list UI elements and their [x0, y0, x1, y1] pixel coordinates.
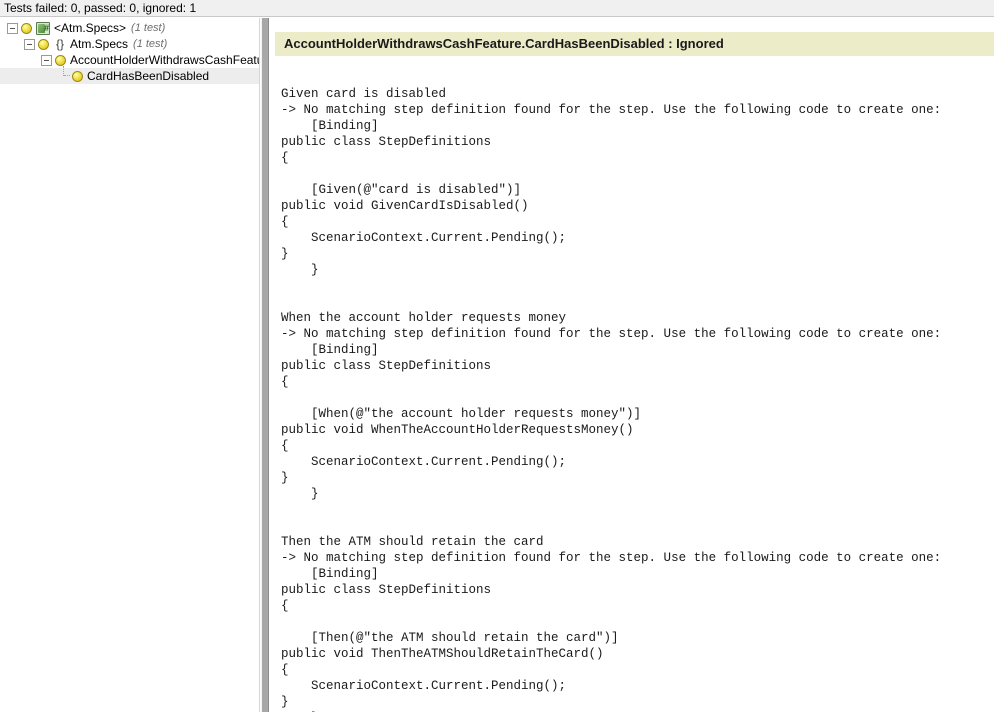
collapse-toggle-icon[interactable] — [41, 54, 52, 66]
tree-node-count: (1 test) — [131, 22, 166, 34]
test-tree-pane[interactable]: # <Atm.Specs> (1 test) {} Atm.Specs (1 t… — [0, 18, 260, 712]
status-ignored-icon — [21, 22, 32, 34]
test-runner-window: Tests failed: 0, passed: 0, ignored: 1 #… — [0, 0, 994, 712]
status-ignored-icon — [55, 54, 66, 66]
tree-node-label: CardHasBeenDisabled — [87, 69, 210, 83]
tree-elbow-connector — [58, 65, 70, 82]
collapse-toggle-icon[interactable] — [24, 38, 35, 50]
tree-node-label: Atm.Specs — [70, 37, 129, 51]
test-detail-pane: AccountHolderWithdrawsCashFeature.CardHa… — [269, 18, 994, 712]
tree-node-card-has-been-disabled[interactable]: CardHasBeenDisabled — [0, 65, 259, 84]
pane-splitter[interactable] — [261, 18, 269, 712]
tree-node-account-holder-withdraws-cash-feature[interactable]: AccountHolderWithdrawsCashFeature — [0, 52, 259, 68]
tree-node-count: (1 test) — [133, 38, 168, 50]
status-ignored-icon — [72, 70, 83, 82]
status-bar: Tests failed: 0, passed: 0, ignored: 1 — [0, 0, 994, 17]
tree-node-atm-specs-namespace[interactable]: {} Atm.Specs (1 test) — [0, 36, 259, 52]
csharp-assembly-icon: # — [36, 21, 50, 35]
test-result-title: AccountHolderWithdrawsCashFeature.CardHa… — [275, 32, 994, 56]
test-tree: # <Atm.Specs> (1 test) {} Atm.Specs (1 t… — [0, 18, 259, 84]
tree-node-label: <Atm.Specs> — [54, 21, 127, 35]
test-output-text: Given card is disabled -> No matching st… — [281, 87, 942, 712]
status-ignored-icon — [38, 38, 49, 50]
tree-node-label: AccountHolderWithdrawsCashFeature — [70, 53, 260, 67]
test-output-container[interactable]: Given card is disabled -> No matching st… — [275, 62, 994, 712]
collapse-toggle-icon[interactable] — [7, 22, 18, 34]
tree-node-atm-specs-assembly[interactable]: # <Atm.Specs> (1 test) — [0, 20, 259, 36]
namespace-braces-icon: {} — [55, 37, 64, 51]
